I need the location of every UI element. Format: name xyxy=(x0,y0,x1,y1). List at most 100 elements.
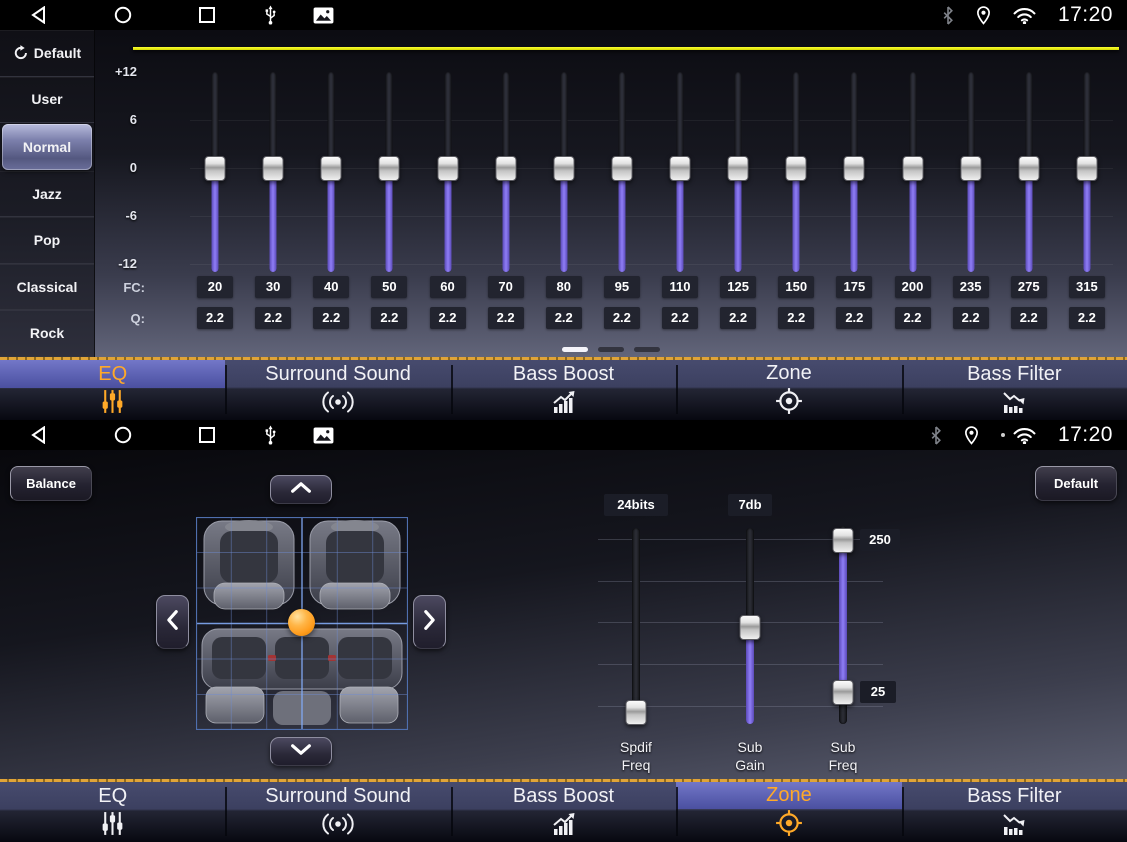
eq-slider-fill xyxy=(328,168,335,272)
q-value: 2.2 xyxy=(430,307,466,329)
preset-pop[interactable]: Pop xyxy=(0,217,94,264)
spdif-freq-slider-track[interactable] xyxy=(632,528,640,724)
eq-slider-fill xyxy=(270,168,277,272)
page-dot-1[interactable] xyxy=(562,347,588,352)
eq-slider-thumb[interactable] xyxy=(321,156,342,181)
recents-icon[interactable] xyxy=(198,426,216,444)
eq-slider-thumb[interactable] xyxy=(844,156,865,181)
usb-icon xyxy=(264,425,277,445)
location-icon xyxy=(964,426,979,445)
tab-label: EQ xyxy=(0,782,225,810)
fc-value: 40 xyxy=(313,276,349,298)
eq-slider-thumb[interactable] xyxy=(1018,156,1039,181)
sub-gain-slider-thumb[interactable] xyxy=(740,615,761,640)
front-left-seat xyxy=(204,520,294,609)
eq-slider-thumb[interactable] xyxy=(960,156,981,181)
eq-band-315: 3152.2 xyxy=(1067,30,1107,357)
eq-band-50: 502.2 xyxy=(369,30,409,357)
back-icon[interactable] xyxy=(30,426,48,444)
chevron-left-icon xyxy=(166,608,179,637)
fc-value: 60 xyxy=(430,276,466,298)
balance-button[interactable]: Balance xyxy=(10,466,92,501)
home-icon[interactable] xyxy=(114,426,132,444)
recents-icon[interactable] xyxy=(198,6,216,24)
surround-icon xyxy=(321,390,355,419)
eq-band-200: 2002.2 xyxy=(893,30,933,357)
eq-slider-thumb[interactable] xyxy=(611,156,632,181)
page-dot-3[interactable] xyxy=(634,347,660,352)
preset-jazz[interactable]: Jazz xyxy=(0,171,94,218)
tab-surround-sound[interactable]: Surround Sound xyxy=(225,357,450,420)
balance-right-button[interactable] xyxy=(413,595,446,649)
zone-icon xyxy=(775,387,803,420)
sub-freq-low-thumb[interactable] xyxy=(833,680,854,705)
fc-value: 95 xyxy=(604,276,640,298)
tab-eq[interactable]: EQ xyxy=(0,779,225,842)
tab-label: Zone xyxy=(676,360,901,387)
eq-slider-fill xyxy=(1083,168,1090,272)
tab-bass-filter[interactable]: Bass Filter xyxy=(902,779,1127,842)
chevron-up-icon xyxy=(289,481,313,499)
eq-band-95: 952.2 xyxy=(602,30,642,357)
tab-surround-sound[interactable]: Surround Sound xyxy=(225,779,450,842)
sub-freq-high-value: 250 xyxy=(860,529,900,551)
fc-value: 235 xyxy=(953,276,989,298)
seat-balance-map[interactable] xyxy=(196,517,408,730)
chevron-right-icon xyxy=(423,608,436,637)
eq-panel: +12 6 0 -6 -12 FC: Q: 202.2302.2402.2502… xyxy=(95,30,1127,357)
eq-slider-thumb[interactable] xyxy=(670,156,691,181)
wifi-status-dot xyxy=(1001,433,1005,437)
eq-slider-fill xyxy=(444,168,451,272)
eq-slider-thumb[interactable] xyxy=(205,156,226,181)
preset-default[interactable]: Default xyxy=(0,30,94,77)
eq-band-150: 1502.2 xyxy=(776,30,816,357)
zone-icon xyxy=(775,809,803,842)
eq-slider-thumb[interactable] xyxy=(263,156,284,181)
preset-classical[interactable]: Classical xyxy=(0,264,94,311)
eq-band-235: 2352.2 xyxy=(951,30,991,357)
back-icon[interactable] xyxy=(30,6,48,24)
tab-zone[interactable]: Zone xyxy=(676,779,901,842)
q-value: 2.2 xyxy=(836,307,872,329)
eq-slider-thumb[interactable] xyxy=(495,156,516,181)
tab-icon-cell xyxy=(225,811,450,842)
tab-eq[interactable]: EQ xyxy=(0,357,225,420)
q-row-label: Q: xyxy=(99,311,145,326)
eq-slider-fill xyxy=(1025,168,1032,272)
eq-scale-minus12: -12 xyxy=(99,256,137,271)
tab-bass-filter[interactable]: Bass Filter xyxy=(902,357,1127,420)
eq-slider-thumb[interactable] xyxy=(437,156,458,181)
spdif-freq-slider-thumb[interactable] xyxy=(626,700,647,725)
eq-band-175: 1752.2 xyxy=(834,30,874,357)
tab-bass-boost[interactable]: Bass Boost xyxy=(451,357,676,420)
eq-slider-thumb[interactable] xyxy=(786,156,807,181)
tab-bass-boost[interactable]: Bass Boost xyxy=(451,779,676,842)
eq-slider-thumb[interactable] xyxy=(553,156,574,181)
sub-freq-high-thumb[interactable] xyxy=(833,528,854,553)
fc-value: 315 xyxy=(1069,276,1105,298)
balance-left-button[interactable] xyxy=(156,595,189,649)
eq-slider-thumb[interactable] xyxy=(379,156,400,181)
eq-slider-thumb[interactable] xyxy=(728,156,749,181)
eq-slider-thumb[interactable] xyxy=(1076,156,1097,181)
tab-zone[interactable]: Zone xyxy=(676,357,901,420)
eq-band-110: 1102.2 xyxy=(660,30,700,357)
preset-user[interactable]: User xyxy=(0,77,94,124)
eq-slider-fill xyxy=(502,168,509,272)
preset-rock[interactable]: Rock xyxy=(0,310,94,357)
default-button[interactable]: Default xyxy=(1035,466,1117,501)
eq-slider-thumb[interactable] xyxy=(902,156,923,181)
fader-rear-button[interactable] xyxy=(270,737,332,766)
eq-slider-fill xyxy=(967,168,974,272)
tab-icon-cell xyxy=(0,388,225,420)
zone-screen: 17:20 Balance Default xyxy=(0,420,1127,842)
bluetooth-icon xyxy=(942,6,954,25)
balance-position-ball[interactable] xyxy=(288,609,315,636)
home-icon[interactable] xyxy=(114,6,132,24)
tab-icon-cell xyxy=(451,389,676,420)
preset-normal[interactable]: Normal xyxy=(2,124,92,170)
tab-label: Bass Boost xyxy=(451,360,676,389)
fader-front-button[interactable] xyxy=(270,475,332,504)
page-dot-2[interactable] xyxy=(598,347,624,352)
fc-value: 20 xyxy=(197,276,233,298)
